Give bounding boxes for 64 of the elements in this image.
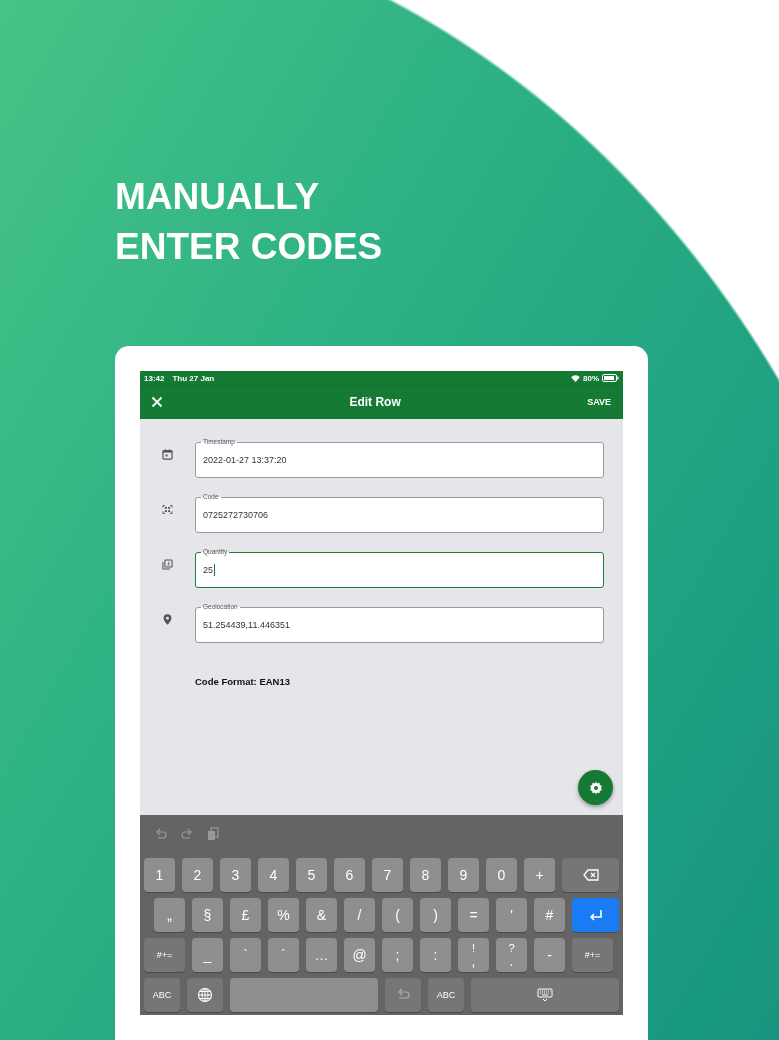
battery-percent: 80% — [583, 373, 599, 383]
undo-key[interactable] — [385, 978, 421, 1012]
keyboard-key[interactable]: … — [306, 938, 337, 972]
close-icon[interactable] — [151, 396, 163, 408]
keyboard-key[interactable]: _ — [192, 938, 223, 972]
keyboard-key[interactable]: „ — [154, 898, 185, 932]
screen-title: Edit Row — [348, 395, 402, 409]
counter-icon — [161, 558, 174, 571]
keyboard-key[interactable]: ´ — [268, 938, 299, 972]
redo-icon[interactable] — [180, 826, 194, 841]
keyboard-key[interactable]: ? . — [496, 938, 527, 972]
keyboard-key[interactable]: # — [534, 898, 565, 932]
keyboard-key[interactable]: ( — [382, 898, 413, 932]
keyboard-key[interactable]: - — [534, 938, 565, 972]
keyboard-key[interactable]: / — [344, 898, 375, 932]
location-pin-icon — [161, 613, 174, 626]
delete-key[interactable] — [562, 858, 619, 892]
gear-icon — [588, 780, 603, 795]
keyboard-key[interactable]: 9 — [448, 858, 479, 892]
keyboard-key[interactable]: ` — [230, 938, 261, 972]
keyboard-key[interactable]: 4 — [258, 858, 289, 892]
keyboard-key[interactable]: 7 — [372, 858, 403, 892]
keyboard-icon — [536, 987, 554, 1003]
status-time: 13:42 — [144, 373, 165, 383]
calendar-icon — [161, 448, 174, 461]
mode-key[interactable]: #+= — [144, 938, 185, 972]
keyboard-key[interactable]: : — [420, 938, 451, 972]
mode-key[interactable]: #+= — [572, 938, 613, 972]
headline: ENTER CODES — [115, 225, 383, 269]
keyboard-key[interactable]: 5 — [296, 858, 327, 892]
qr-code-icon — [161, 503, 174, 516]
keyboard-key[interactable]: ! , — [458, 938, 489, 972]
keyboard-key[interactable]: £ — [230, 898, 261, 932]
keyboard-key[interactable]: 6 — [334, 858, 365, 892]
keyboard-key[interactable]: 1 — [144, 858, 175, 892]
code-format-text: Code Format: EAN13 — [195, 676, 290, 687]
return-key[interactable] — [572, 898, 619, 932]
wifi-icon — [571, 374, 580, 382]
keyboard-key[interactable]: & — [306, 898, 337, 932]
keyboard-key[interactable]: @ — [344, 938, 375, 972]
battery-icon — [602, 374, 619, 382]
backspace-icon — [581, 867, 600, 883]
keyboard-key[interactable]: ; — [382, 938, 413, 972]
keyboard-key[interactable]: § — [192, 898, 223, 932]
keyboard-key[interactable]: ) — [420, 898, 451, 932]
mode-key[interactable]: ABC — [144, 978, 180, 1012]
keyboard-key[interactable]: % — [268, 898, 299, 932]
paste-icon[interactable] — [206, 826, 220, 841]
hide-keyboard-key[interactable] — [471, 978, 619, 1012]
status-date: Thu 27 Jan — [172, 373, 215, 383]
keyboard-key[interactable]: 0 — [486, 858, 517, 892]
keyboard-key[interactable]: + — [524, 858, 555, 892]
save-button[interactable]: SAVE — [587, 397, 611, 407]
keyboard-key[interactable]: 3 — [220, 858, 251, 892]
mode-key[interactable]: ABC — [428, 978, 464, 1012]
keyboard-key[interactable]: 2 — [182, 858, 213, 892]
keyboard-key[interactable]: 8 — [410, 858, 441, 892]
keyboard-key[interactable]: ' — [496, 898, 527, 932]
undo-icon[interactable] — [154, 826, 168, 841]
globe-key[interactable] — [187, 978, 223, 1012]
globe-icon — [196, 987, 214, 1003]
headline: MANUALLY — [115, 175, 320, 219]
settings-button[interactable] — [578, 770, 613, 805]
keyboard-key[interactable]: = — [458, 898, 489, 932]
